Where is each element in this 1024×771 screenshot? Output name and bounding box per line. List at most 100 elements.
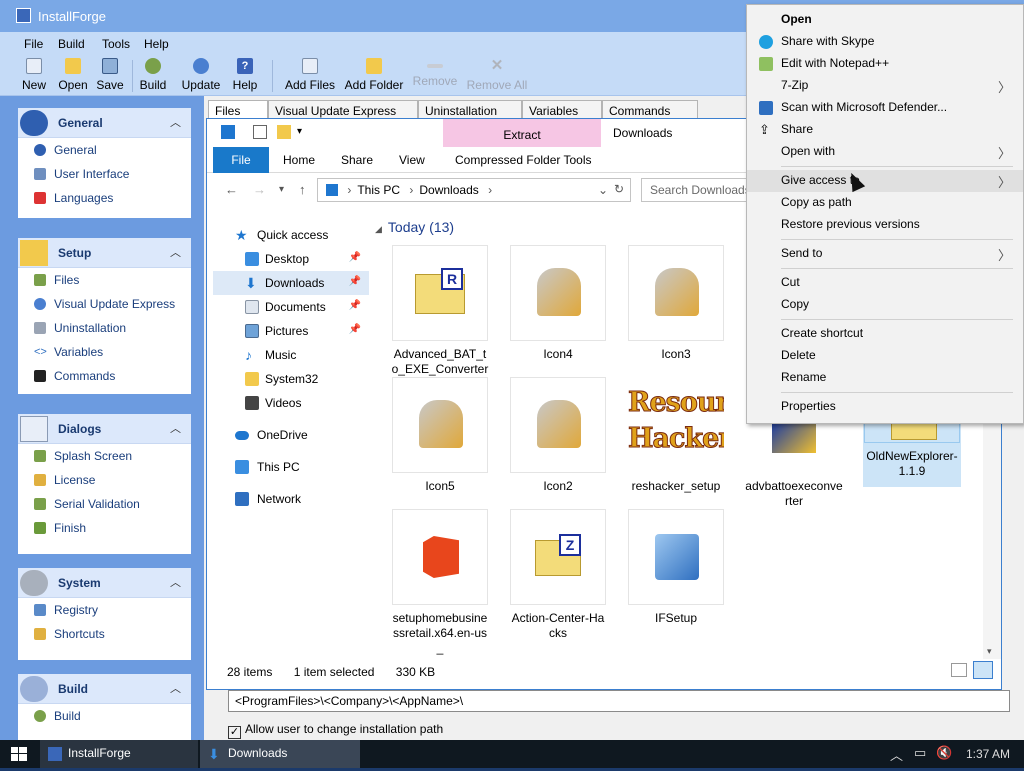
sidebar-item-visual-update-express[interactable]: Visual Update Express <box>18 292 191 316</box>
install-path-input[interactable]: <ProgramFiles>\<Company>\<AppName>\ <box>228 690 1010 712</box>
menu-item-rename[interactable]: Rename <box>747 367 1023 389</box>
sidebar-item-variables[interactable]: <> Variables <box>18 340 191 364</box>
group-header[interactable]: Build ︿ <box>18 674 191 704</box>
file-item[interactable]: ResourceHacker reshacker_setup <box>627 377 725 505</box>
menu-item-restore-previous-versions[interactable]: Restore previous versions <box>747 214 1023 236</box>
remove-all-button[interactable]: ✕ Remove All <box>466 58 528 94</box>
menu-item-properties[interactable]: Properties <box>747 396 1023 418</box>
breadcrumb-this-pc[interactable]: This PC <box>357 183 400 197</box>
show-hidden-icons-chevron-icon[interactable]: ︿ <box>890 745 903 764</box>
menu-item-share[interactable]: ⇪ Share <box>747 119 1023 141</box>
sidebar-item-build[interactable]: Build <box>18 704 191 728</box>
menu-item-open[interactable]: Open <box>747 9 1023 31</box>
ribbon-tab-share[interactable]: Share <box>341 153 373 167</box>
taskbar-app-downloads[interactable]: ⬇ Downloads <box>200 740 360 768</box>
nav-videos[interactable]: Videos <box>213 391 369 415</box>
recent-dropdown-icon[interactable]: ▾ <box>279 184 284 195</box>
sidebar-item-user-interface[interactable]: User Interface <box>18 162 191 186</box>
sidebar-item-finish[interactable]: Finish <box>18 516 191 540</box>
collapse-chevron-icon[interactable]: ︿ <box>170 114 181 130</box>
tab-commands[interactable]: Commands <box>602 100 698 120</box>
ribbon-tab-home[interactable]: Home <box>283 153 315 167</box>
sidebar-item-registry[interactable]: Registry <box>18 598 191 622</box>
menu-tools[interactable]: Tools <box>102 37 130 51</box>
menu-item-delete[interactable]: Delete <box>747 345 1023 367</box>
search-input[interactable]: Search Downloads <box>641 178 751 202</box>
forward-arrow-icon[interactable]: → <box>253 182 266 197</box>
new-folder-icon[interactable] <box>277 125 291 139</box>
back-arrow-icon[interactable]: ← <box>225 182 238 197</box>
volume-muted-icon[interactable]: 🔇 <box>936 745 952 761</box>
sidebar-item-languages[interactable]: Languages <box>18 186 191 210</box>
open-button[interactable]: Open <box>56 58 90 94</box>
menu-item-cut[interactable]: Cut <box>747 272 1023 294</box>
group-header[interactable]: Dialogs ︿ <box>18 414 191 444</box>
ribbon-tab-file[interactable]: File <box>213 147 269 173</box>
tab-extract[interactable]: Extract <box>443 119 601 148</box>
scroll-down-icon[interactable]: ▾ <box>987 646 992 657</box>
details-view-icon[interactable] <box>951 663 967 677</box>
tab-files[interactable]: Files <box>208 100 268 120</box>
menu-item-send-to[interactable]: Send to 〉 <box>747 243 1023 265</box>
tab-visual-update-express[interactable]: Visual Update Express <box>268 100 418 120</box>
menu-item-give-access[interactable]: Give access to 〉 <box>747 170 1023 192</box>
collapse-chevron-icon[interactable]: ︿ <box>170 244 181 260</box>
clock-time[interactable]: 1:37 AM <box>966 747 1010 761</box>
menu-item-copy-as-path[interactable]: Copy as path <box>747 192 1023 214</box>
update-button[interactable]: Update <box>180 58 222 94</box>
large-icons-view-icon[interactable] <box>973 661 993 679</box>
nav-onedrive[interactable]: OneDrive <box>213 423 369 447</box>
sidebar-item-serial-validation[interactable]: Serial Validation <box>18 492 191 516</box>
menu-item-open-with[interactable]: Open with 〉 <box>747 141 1023 163</box>
file-item[interactable]: Icon3 <box>627 245 725 373</box>
remove-button[interactable]: Remove <box>412 58 458 94</box>
group-header[interactable]: Setup ︿ <box>18 238 191 268</box>
group-header-today[interactable]: ◢ Today (13) <box>375 219 454 235</box>
sidebar-item-shortcuts[interactable]: Shortcuts <box>18 622 191 646</box>
properties-check-icon[interactable] <box>253 125 267 139</box>
refresh-icon[interactable]: ↻ <box>614 182 624 196</box>
collapse-chevron-icon[interactable]: ︿ <box>170 420 181 436</box>
nav-documents[interactable]: Documents 📌 <box>213 295 369 319</box>
file-item[interactable]: R Advanced_BAT_to_EXE_Converter <box>391 245 489 376</box>
menu-item-edit-notepad[interactable]: Edit with Notepad++ <box>747 53 1023 75</box>
menu-item-scan-defender[interactable]: Scan with Microsoft Defender... <box>747 97 1023 119</box>
sidebar-item-splash-screen[interactable]: Splash Screen <box>18 444 191 468</box>
taskbar-app-installforge[interactable]: InstallForge <box>40 740 198 768</box>
sidebar-item-license[interactable]: License <box>18 468 191 492</box>
file-item[interactable]: Icon2 <box>509 377 607 505</box>
address-dropdown-icon[interactable]: ⌄ <box>598 183 608 197</box>
menu-item-share-with-skype[interactable]: Share with Skype <box>747 31 1023 53</box>
add-folder-button[interactable]: Add Folder <box>344 58 404 94</box>
file-item[interactable]: Z Action-Center-Hacks <box>509 509 607 640</box>
file-item[interactable]: Icon4 <box>509 245 607 373</box>
menu-file[interactable]: File <box>24 37 43 51</box>
nav-this-pc[interactable]: This PC <box>213 455 369 479</box>
network-icon[interactable]: ▭ <box>914 745 926 761</box>
ribbon-tab-compressed-folder-tools[interactable]: Compressed Folder Tools <box>455 153 592 167</box>
file-item[interactable]: setuphomebusinessretail.x64.en-us_ <box>391 509 489 655</box>
help-button[interactable]: ? Help <box>230 58 260 94</box>
sidebar-item-files[interactable]: Files <box>18 268 191 292</box>
allow-change-path-checkbox[interactable]: ✓ Allow user to change installation path <box>228 722 443 739</box>
nav-desktop[interactable]: Desktop 📌 <box>213 247 369 271</box>
start-button[interactable] <box>0 740 38 768</box>
nav-pictures[interactable]: Pictures 📌 <box>213 319 369 343</box>
collapse-chevron-icon[interactable]: ︿ <box>170 680 181 696</box>
file-item[interactable]: Icon5 <box>391 377 489 505</box>
nav-network[interactable]: Network <box>213 487 369 511</box>
nav-downloads[interactable]: ⬇ Downloads 📌 <box>213 271 369 295</box>
sidebar-item-uninstallation[interactable]: Uninstallation <box>18 316 191 340</box>
menu-item-copy[interactable]: Copy <box>747 294 1023 316</box>
add-files-button[interactable]: Add Files <box>284 58 336 94</box>
menu-build[interactable]: Build <box>58 37 85 51</box>
build-button[interactable]: Build <box>136 58 170 94</box>
save-button[interactable]: Save <box>94 58 126 94</box>
nav-music[interactable]: ♪ Music <box>213 343 369 367</box>
ribbon-tab-view[interactable]: View <box>399 153 425 167</box>
up-arrow-icon[interactable]: ↑ <box>299 182 306 197</box>
menu-item-create-shortcut[interactable]: Create shortcut <box>747 323 1023 345</box>
breadcrumb-downloads[interactable]: Downloads <box>419 183 478 197</box>
file-item[interactable]: IFSetup <box>627 509 725 637</box>
collapse-chevron-icon[interactable]: ︿ <box>170 574 181 590</box>
